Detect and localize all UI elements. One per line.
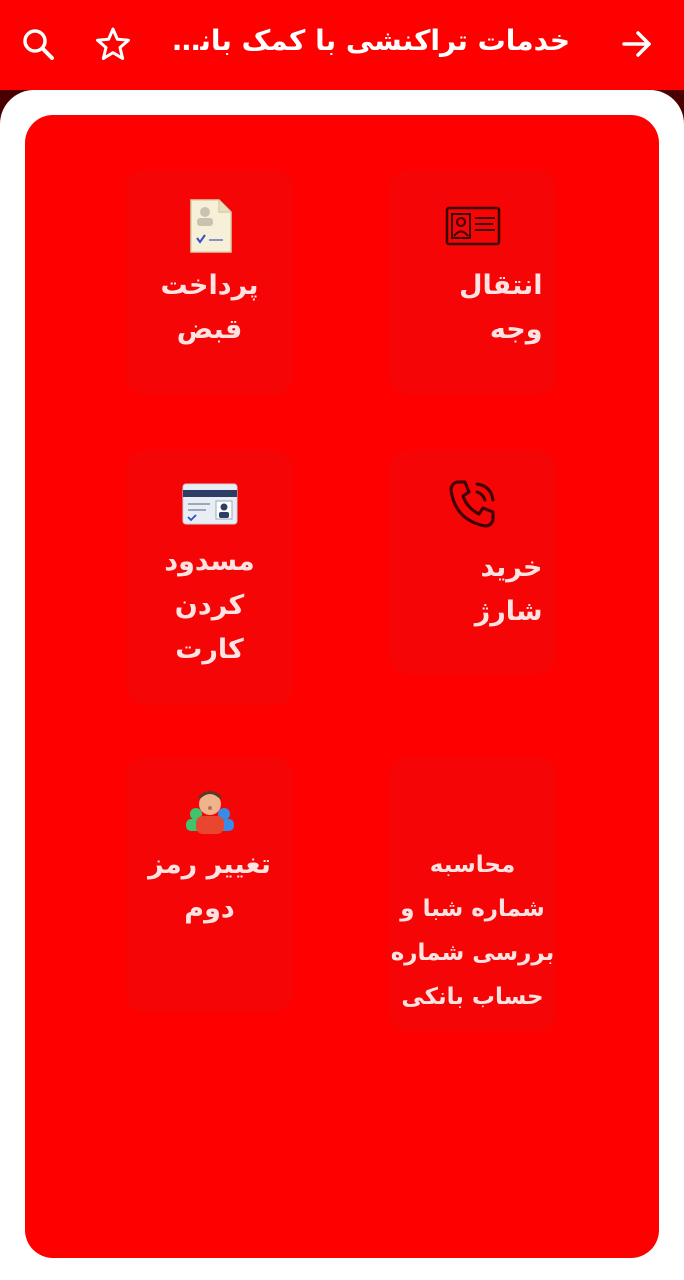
arrow-right-icon bbox=[622, 31, 651, 57]
service-label: محاسبه شماره شبا و بررسی شماره حساب بانک… bbox=[390, 852, 555, 1010]
bank-card-icon bbox=[182, 483, 237, 525]
app-bar: خدمات تراکنشی با کمک بانک... bbox=[0, 0, 684, 90]
page-title: خدمات تراکنشی با کمک بانک... bbox=[170, 24, 570, 57]
services-panel: انتقال وجه پرداخت قبض خرید شارژ مسدود کر… bbox=[25, 115, 659, 1258]
service-money-transfer[interactable]: انتقال وجه bbox=[389, 170, 556, 395]
search-button[interactable] bbox=[18, 22, 58, 66]
user-group-icon bbox=[185, 791, 234, 834]
star-icon bbox=[96, 27, 130, 60]
back-button[interactable] bbox=[617, 22, 657, 66]
service-label: تغییر رمز دوم bbox=[148, 849, 271, 924]
service-label: خرید شارژ bbox=[474, 552, 543, 627]
document-icon bbox=[189, 199, 232, 253]
service-sheba-calculation[interactable]: محاسبه شماره شبا و بررسی شماره حساب بانک… bbox=[389, 757, 556, 1032]
service-label: انتقال وجه bbox=[459, 270, 543, 345]
service-buy-charge[interactable]: خرید شارژ bbox=[389, 450, 556, 675]
service-label: پرداخت قبض bbox=[160, 270, 259, 345]
id-card-icon bbox=[445, 206, 500, 246]
service-bill-payment[interactable]: پرداخت قبض bbox=[126, 170, 293, 395]
phone-icon bbox=[449, 480, 494, 528]
search-icon bbox=[23, 29, 54, 60]
service-change-second-password[interactable]: تغییر رمز دوم bbox=[126, 757, 293, 1012]
service-block-card[interactable]: مسدود کردن کارت bbox=[126, 450, 293, 705]
favorite-button[interactable] bbox=[93, 22, 133, 66]
service-label: مسدود کردن کارت bbox=[164, 546, 255, 665]
